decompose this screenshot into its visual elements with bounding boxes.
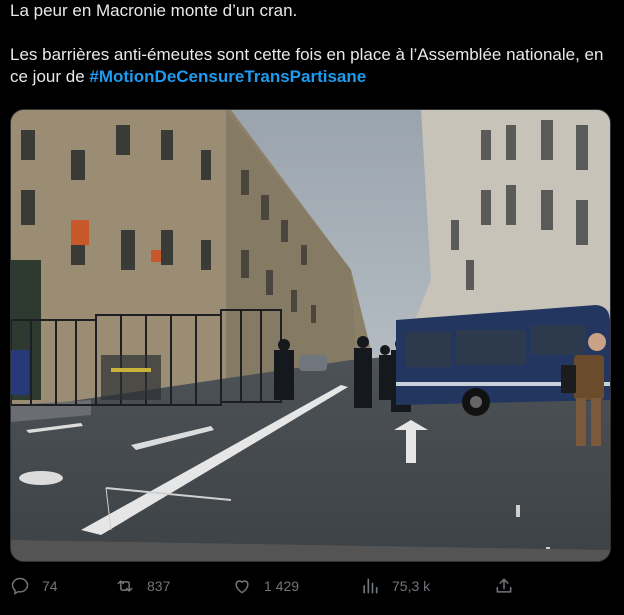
heart-icon <box>235 580 249 594</box>
like-button[interactable]: 1 429 <box>232 568 299 604</box>
street-scene-image <box>11 110 610 561</box>
tweet-action-bar: 74 837 1 429 75,3 k <box>0 568 624 608</box>
views-chart-icon <box>363 578 378 594</box>
like-count: 1 429 <box>264 578 300 594</box>
repost-button[interactable]: 837 <box>115 568 170 604</box>
views-button[interactable]: 75,3 k <box>360 568 430 604</box>
tweet-line-1: La peur en Macronie monte d’un cran. <box>10 1 298 20</box>
tweet-body: La peur en Macronie monte d’un cran. Les… <box>10 0 614 88</box>
repost-icon <box>117 580 133 592</box>
reply-button[interactable]: 74 <box>10 568 58 604</box>
tweet-photo[interactable] <box>10 109 611 562</box>
views-count: 75,3 k <box>392 578 431 594</box>
tweet-line-2: Les barrières anti-émeutes sont cette fo… <box>10 44 614 88</box>
reply-icon <box>11 577 29 595</box>
share-button[interactable] <box>494 568 526 604</box>
reply-count: 74 <box>42 578 58 594</box>
repost-count: 837 <box>147 578 171 594</box>
hashtag-link[interactable]: #MotionDeCensureTransPartisane <box>89 67 366 86</box>
share-icon <box>496 578 512 593</box>
